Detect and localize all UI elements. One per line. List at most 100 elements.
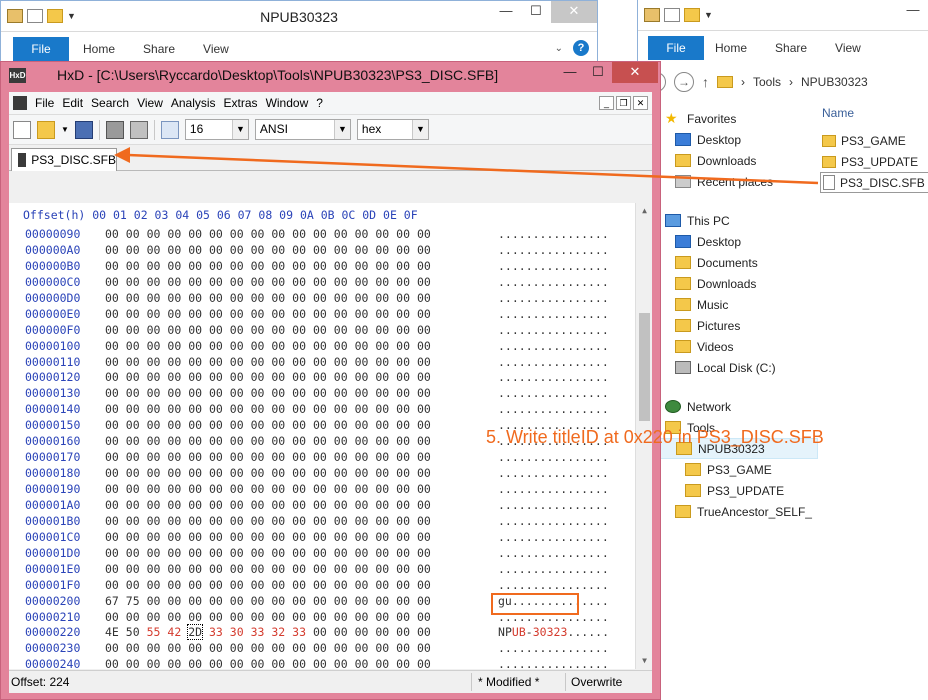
hex-byte[interactable]: 00 [230, 339, 244, 353]
hex-byte[interactable]: 00 [292, 386, 306, 400]
menu-window[interactable]: Window [266, 96, 309, 110]
nav-pc-desktop[interactable]: Desktop [638, 231, 818, 252]
hex-byte[interactable]: 00 [251, 227, 265, 241]
hex-byte[interactable]: 00 [417, 434, 431, 448]
tab-home[interactable]: Home [83, 42, 115, 56]
hex-byte[interactable]: 00 [334, 562, 348, 576]
hex-byte[interactable]: 00 [251, 594, 265, 608]
hex-byte[interactable]: 00 [105, 578, 119, 592]
hex-byte[interactable]: 00 [188, 227, 202, 241]
hex-byte[interactable]: 00 [292, 243, 306, 257]
hex-byte[interactable]: 00 [251, 610, 265, 624]
hex-byte[interactable]: 00 [313, 594, 327, 608]
chevron-down-icon[interactable]: ▼ [411, 120, 428, 139]
hex-byte[interactable]: 00 [355, 657, 369, 669]
maximize-button[interactable]: ☐ [521, 1, 551, 23]
hex-byte[interactable]: 00 [271, 275, 285, 289]
hex-byte[interactable]: 00 [396, 402, 410, 416]
hex-byte[interactable]: 00 [209, 434, 223, 448]
hex-byte[interactable]: 00 [230, 578, 244, 592]
hex-byte[interactable]: 42 [167, 625, 181, 639]
hex-byte[interactable]: 00 [334, 386, 348, 400]
hex-byte[interactable]: 00 [230, 482, 244, 496]
hex-byte[interactable]: 00 [209, 323, 223, 337]
status-mode[interactable]: Overwrite [571, 675, 622, 689]
hex-byte[interactable]: 00 [417, 243, 431, 257]
open-ram-icon[interactable] [105, 120, 124, 139]
hex-byte[interactable]: 00 [126, 227, 140, 241]
hex-byte[interactable]: 33 [251, 625, 265, 639]
hex-byte[interactable]: 00 [355, 498, 369, 512]
nav-favorites[interactable]: ★ Favorites [638, 108, 818, 129]
nav-pc-pictures[interactable]: Pictures [638, 315, 818, 336]
hex-byte[interactable]: 00 [375, 610, 389, 624]
hex-byte[interactable]: 00 [355, 641, 369, 655]
row-ascii[interactable]: ................ [498, 291, 609, 305]
hex-byte[interactable]: 00 [167, 323, 181, 337]
hex-byte[interactable]: 00 [147, 434, 161, 448]
hex-byte[interactable]: 00 [147, 546, 161, 560]
hex-byte[interactable]: 00 [147, 498, 161, 512]
hex-byte[interactable]: 00 [209, 466, 223, 480]
hex-byte[interactable]: 00 [147, 450, 161, 464]
hex-byte[interactable]: 00 [375, 434, 389, 448]
hex-byte[interactable]: 00 [334, 482, 348, 496]
hex-byte[interactable]: 00 [396, 243, 410, 257]
hex-byte[interactable]: 00 [271, 610, 285, 624]
hex-byte[interactable]: 00 [188, 578, 202, 592]
hex-byte[interactable]: 00 [417, 370, 431, 384]
hex-byte[interactable]: 00 [292, 339, 306, 353]
hex-byte[interactable]: 00 [334, 370, 348, 384]
hex-byte[interactable]: 00 [251, 657, 265, 669]
hex-byte[interactable]: 00 [209, 355, 223, 369]
hex-byte[interactable]: 00 [230, 243, 244, 257]
hex-byte[interactable]: 00 [126, 370, 140, 384]
scroll-up-icon[interactable]: ▲ [636, 203, 652, 219]
hex-byte[interactable]: 00 [209, 339, 223, 353]
hex-byte[interactable]: 00 [188, 291, 202, 305]
hex-byte[interactable]: 00 [396, 323, 410, 337]
hex-byte[interactable]: 00 [271, 578, 285, 592]
tab-view[interactable]: View [835, 41, 861, 55]
hex-byte[interactable]: 00 [334, 434, 348, 448]
hex-byte[interactable]: 00 [167, 259, 181, 273]
hex-byte[interactable]: 00 [292, 275, 306, 289]
hex-byte[interactable]: 00 [313, 386, 327, 400]
hex-byte[interactable]: 00 [147, 466, 161, 480]
row-hex-bytes[interactable]: 00 00 00 00 00 00 00 00 00 00 00 00 00 0… [105, 562, 431, 576]
hex-byte[interactable]: 00 [251, 466, 265, 480]
new-file-icon[interactable] [13, 120, 31, 139]
hex-byte[interactable]: 00 [313, 450, 327, 464]
hex-byte[interactable]: 00 [313, 259, 327, 273]
hex-byte[interactable]: 00 [126, 418, 140, 432]
hex-byte[interactable]: 00 [230, 323, 244, 337]
hex-byte[interactable]: 00 [271, 434, 285, 448]
hex-byte[interactable]: 00 [251, 578, 265, 592]
hex-byte[interactable]: 00 [396, 625, 410, 639]
hex-byte[interactable]: 00 [334, 450, 348, 464]
hex-byte[interactable]: 00 [188, 418, 202, 432]
offset-base-select[interactable]: hex ▼ [356, 119, 429, 140]
hex-byte[interactable]: 00 [147, 530, 161, 544]
hex-byte[interactable]: 00 [355, 594, 369, 608]
up-arrow-icon[interactable]: ↑ [702, 74, 709, 90]
hex-byte[interactable]: 00 [105, 291, 119, 305]
hex-byte[interactable]: 00 [375, 355, 389, 369]
hex-byte[interactable]: 00 [105, 498, 119, 512]
row-ascii[interactable]: ................ [498, 498, 609, 512]
hex-byte[interactable]: 00 [292, 610, 306, 624]
nav-pc-documents[interactable]: Documents [638, 252, 818, 273]
row-ascii[interactable]: ................ [498, 657, 609, 669]
hex-byte[interactable]: 00 [188, 243, 202, 257]
hex-byte[interactable]: 00 [105, 355, 119, 369]
hex-byte[interactable]: 00 [209, 562, 223, 576]
nav-ps3-game[interactable]: PS3_GAME [638, 459, 818, 480]
hex-byte[interactable]: 00 [230, 498, 244, 512]
hex-byte[interactable]: 00 [292, 418, 306, 432]
hex-byte[interactable]: 00 [355, 259, 369, 273]
hex-byte[interactable]: 00 [375, 657, 389, 669]
row-ascii[interactable]: ................ [498, 243, 609, 257]
hex-byte[interactable]: 00 [313, 243, 327, 257]
hex-byte[interactable]: 00 [417, 546, 431, 560]
menu-edit[interactable]: Edit [62, 96, 83, 110]
